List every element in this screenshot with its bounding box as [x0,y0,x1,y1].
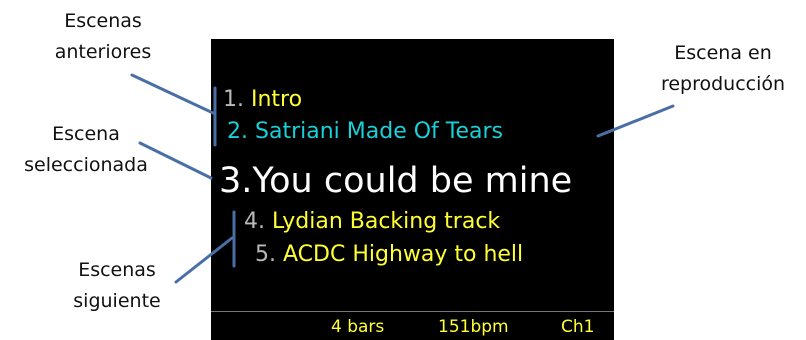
pointer-selected [138,141,213,180]
annotation-lines [130,73,675,284]
pointer-playing [596,104,675,138]
pointer-next [174,236,234,284]
pointer-previous [130,73,215,115]
